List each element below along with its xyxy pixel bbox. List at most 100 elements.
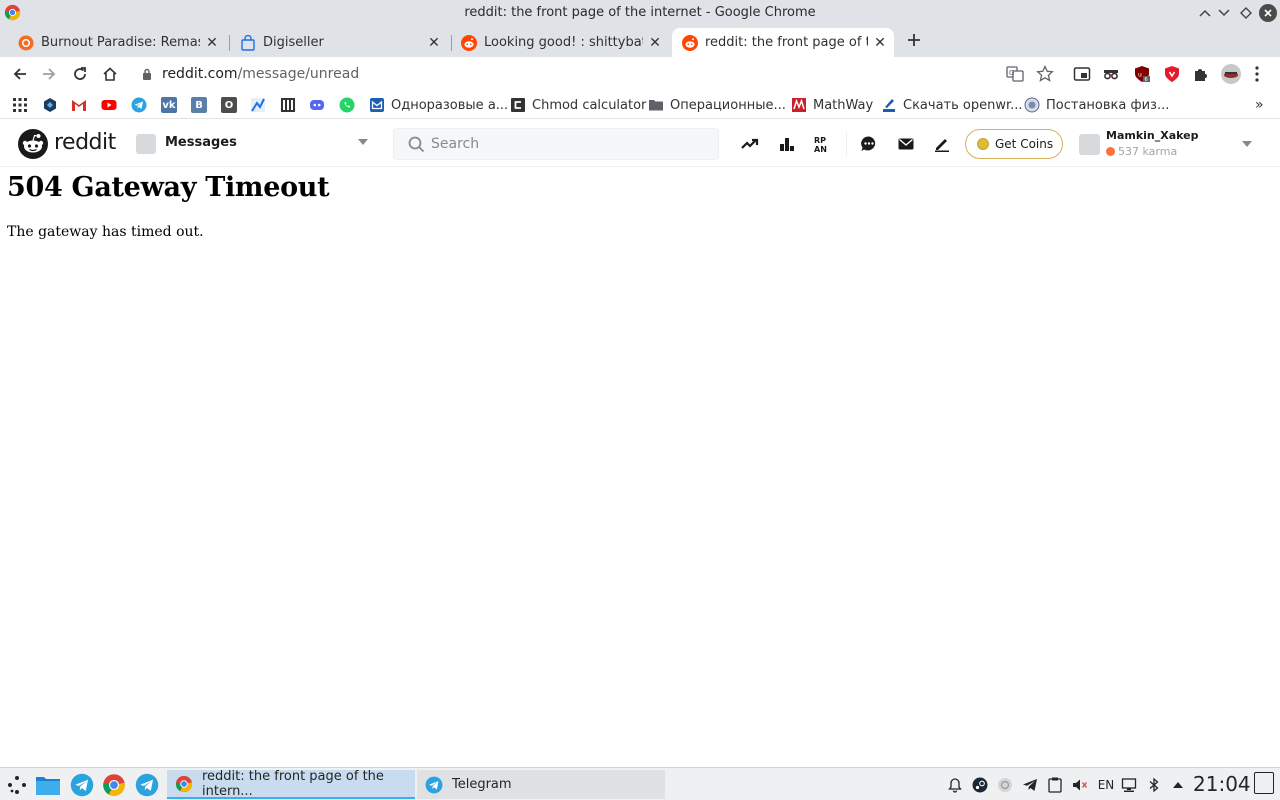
chat-button[interactable] xyxy=(859,134,879,154)
reddit-logo-icon[interactable] xyxy=(18,129,48,159)
tab-close-icon[interactable]: ✕ xyxy=(204,35,220,51)
home-button[interactable] xyxy=(100,64,120,84)
community-label: Messages xyxy=(165,135,237,150)
user-dropdown[interactable]: Mamkin_Xakep 537 karma xyxy=(1079,128,1264,160)
popular-button[interactable] xyxy=(740,134,760,154)
bookmark-vk[interactable]: vk xyxy=(161,96,177,114)
tab-reddit-front-page[interactable]: reddit: the front page of the internet ✕ xyxy=(672,28,894,57)
bookmark-gmail[interactable] xyxy=(71,96,87,114)
tray-clipboard[interactable] xyxy=(1046,776,1064,794)
url-host: reddit.com xyxy=(162,66,238,82)
tray-telegram[interactable] xyxy=(1021,776,1039,794)
forward-button[interactable] xyxy=(39,64,59,84)
chmod-icon xyxy=(511,98,525,112)
bookmark-disposable-mail[interactable]: Одноразовые а... xyxy=(369,96,508,114)
extensions-puzzle-icon[interactable] xyxy=(1192,65,1210,83)
menu-kebab-icon[interactable] xyxy=(1252,65,1262,83)
error-heading: 504 Gateway Timeout xyxy=(7,172,330,203)
bookmark-codepen[interactable] xyxy=(42,96,58,114)
vk-icon: vk xyxy=(161,97,177,113)
clock[interactable]: 21:04 xyxy=(1193,772,1251,796)
bookmark-mathway[interactable]: MathWay xyxy=(791,96,873,114)
taskbar-file-manager[interactable] xyxy=(35,772,61,798)
pencil-icon xyxy=(935,139,949,152)
tab-label: reddit: the front page of the internet xyxy=(705,35,868,50)
bookmark-odnoklassniki[interactable]: O xyxy=(221,96,237,114)
picture-in-picture-icon[interactable] xyxy=(1073,65,1091,83)
chrome-icon xyxy=(103,774,125,796)
bookmark-whatsapp[interactable] xyxy=(339,96,355,114)
bookmark-apps[interactable] xyxy=(12,96,28,114)
search-input[interactable]: Search xyxy=(393,128,719,160)
language-indicator: EN xyxy=(1097,778,1115,792)
bookmark-vk-b[interactable]: B xyxy=(191,96,207,114)
tab-close-icon[interactable]: ✕ xyxy=(426,35,442,51)
community-dropdown[interactable]: Messages xyxy=(136,132,368,156)
bookmarks-overflow-button[interactable]: » xyxy=(1255,96,1264,114)
chart-icon xyxy=(251,98,265,112)
tab-close-icon[interactable]: ✕ xyxy=(872,35,888,51)
tab-label: Burnout Paradise: Remastered xyxy=(41,35,200,50)
profile-avatar[interactable] xyxy=(1221,64,1241,84)
create-post-button[interactable] xyxy=(932,134,952,154)
search-placeholder: Search xyxy=(431,136,480,152)
translate-icon[interactable]: G xyxy=(1006,65,1024,83)
address-bar[interactable]: reddit.com/message/unread xyxy=(132,59,992,89)
task-chrome-reddit[interactable]: reddit: the front page of the intern... xyxy=(167,769,415,799)
coin-icon xyxy=(977,138,989,150)
bookmark-discord[interactable] xyxy=(309,96,325,114)
tray-network[interactable] xyxy=(1120,776,1138,794)
bookmark-star-icon[interactable] xyxy=(1036,65,1054,83)
tab-digiseller[interactable]: Digiseller ✕ xyxy=(230,28,448,57)
discord-icon xyxy=(310,100,324,110)
inbox-button[interactable] xyxy=(896,134,916,154)
tray-bluetooth[interactable] xyxy=(1145,776,1163,794)
error-message: The gateway has timed out. xyxy=(7,224,204,240)
tray-expand[interactable] xyxy=(1169,776,1187,794)
username: Mamkin_Xakep xyxy=(1106,129,1199,142)
bookmark-telegram[interactable] xyxy=(131,96,147,114)
incognito-extension-icon[interactable] xyxy=(1102,65,1120,83)
application-launcher[interactable] xyxy=(4,772,30,798)
maximize-button[interactable] xyxy=(1237,4,1255,22)
url-text: reddit.com/message/unread xyxy=(162,66,359,82)
tab-shittybattlestations[interactable]: Looking good! : shittybattlestations ✕ xyxy=(451,28,669,57)
taskbar-chrome-launcher[interactable] xyxy=(101,772,127,798)
new-tab-button[interactable] xyxy=(903,30,925,52)
bookmark-openwrt[interactable]: Скачать openwr... xyxy=(881,96,1023,114)
bookmark-physics[interactable]: Постановка физ... xyxy=(1024,96,1169,114)
task-telegram[interactable]: Telegram xyxy=(417,770,665,799)
get-coins-button[interactable]: Get Coins xyxy=(965,129,1063,159)
bookmark-os-folder[interactable]: Операционные... xyxy=(648,96,786,114)
ublock-extension-icon[interactable]: u6 xyxy=(1133,65,1151,83)
rpan-button[interactable]: RP AN xyxy=(813,134,833,154)
chevron-up-icon xyxy=(1199,9,1211,17)
back-button[interactable] xyxy=(10,64,30,84)
svg-text:RP: RP xyxy=(814,136,826,145)
show-desktop-button[interactable] xyxy=(1254,772,1274,794)
tray-vpn[interactable] xyxy=(996,776,1014,794)
close-window-button[interactable] xyxy=(1259,4,1277,22)
tray-notifications[interactable] xyxy=(946,776,964,794)
tray-keyboard-layout[interactable]: EN xyxy=(1095,776,1117,794)
minimize-button[interactable] xyxy=(1196,4,1214,22)
tab-burnout-paradise[interactable]: Burnout Paradise: Remastered ✕ xyxy=(8,28,226,57)
taskbar-telegram-launcher[interactable] xyxy=(69,772,95,798)
reload-button[interactable] xyxy=(70,64,90,84)
bookmark-chmod[interactable]: Chmod calculator xyxy=(510,96,646,114)
restore-button[interactable] xyxy=(1215,4,1233,22)
tab-close-icon[interactable]: ✕ xyxy=(647,35,663,51)
leaderboard-button[interactable] xyxy=(777,134,797,154)
taskbar-telegram-launcher-2[interactable] xyxy=(134,772,160,798)
folder-icon xyxy=(36,777,60,795)
reddit-wordmark[interactable]: reddit xyxy=(54,130,116,155)
tab-strip: Burnout Paradise: Remastered ✕ Digiselle… xyxy=(0,26,1280,57)
search-icon xyxy=(408,136,425,153)
shield-extension-icon[interactable] xyxy=(1163,65,1181,83)
tray-volume[interactable] xyxy=(1071,776,1089,794)
bookmark-library[interactable] xyxy=(280,96,296,114)
tray-steam[interactable] xyxy=(971,776,989,794)
bookmark-youtube[interactable] xyxy=(101,96,117,114)
close-icon xyxy=(1264,9,1272,17)
bookmark-chart[interactable] xyxy=(250,96,266,114)
